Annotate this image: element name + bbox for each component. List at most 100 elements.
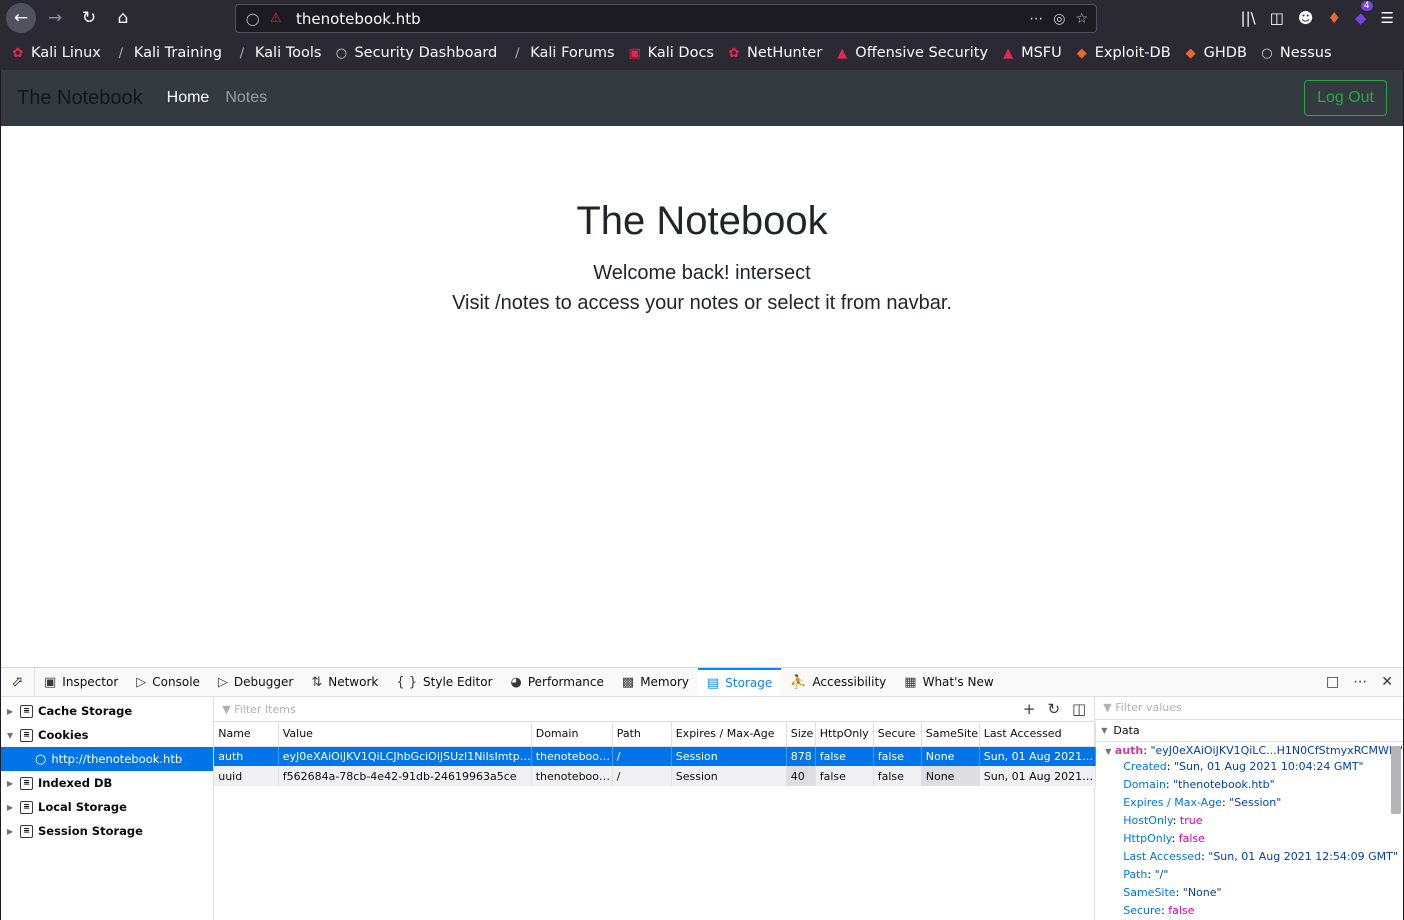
tree-cookie-host[interactable]: ○ http://thenotebook.htb <box>1 747 214 771</box>
add-item-icon[interactable]: + <box>1023 700 1036 718</box>
tab-debugger[interactable]: ▷ Debugger <box>209 668 302 696</box>
tab-console[interactable]: ▷ Console <box>127 668 209 696</box>
data-property-row[interactable]: HostOnly: true <box>1095 812 1403 830</box>
table-cell[interactable]: auth <box>214 746 279 766</box>
data-property-row[interactable]: Secure: false <box>1095 902 1403 920</box>
nav-home-link[interactable]: Home <box>167 89 210 107</box>
close-devtools-icon[interactable]: ✕ <box>1381 674 1393 690</box>
library-icon[interactable]: ||\ <box>1241 9 1256 27</box>
details-scrollbar[interactable] <box>1391 746 1401 814</box>
extension-fox-icon[interactable]: ♦ <box>1328 9 1341 27</box>
bookmark-item[interactable]: ✿ Kali Linux <box>10 45 101 61</box>
element-picker-button[interactable]: ⬀ <box>1 668 35 696</box>
table-cell[interactable]: thenotebook.htb <box>531 746 613 766</box>
tab-storage[interactable]: ▤ Storage <box>698 668 782 696</box>
url-text[interactable]: thenotebook.htb <box>296 10 421 28</box>
bookmark-item[interactable]: ∕ Kali Forums <box>509 45 615 61</box>
url-bar[interactable]: ◯ ⚠ thenotebook.htb ⋯ ◎ ☆ <box>235 4 1097 33</box>
bookmark-star-icon[interactable]: ☆ <box>1075 11 1088 27</box>
more-options-icon[interactable]: ⋯ <box>1353 674 1367 690</box>
column-header[interactable]: Last Accessed <box>979 722 1096 747</box>
bookmark-item[interactable]: ○ Security Dashboard <box>333 45 498 61</box>
bookmark-item[interactable]: ✿ NetHunter <box>726 45 823 61</box>
column-header[interactable]: Size <box>786 722 816 747</box>
table-row[interactable]: auth eyJ0eXAiOiJKV1QiLCJhbGciOiJSUzI1NiIs… <box>214 746 1096 766</box>
nav-notes-link[interactable]: Notes <box>225 89 267 107</box>
table-cell[interactable]: false <box>873 746 922 766</box>
logout-button[interactable]: Log Out <box>1304 80 1387 116</box>
tree-session-storage[interactable]: ▶ ≡ Session Storage <box>1 819 213 843</box>
extension-badge-icon[interactable]: ◆ 4 <box>1355 1 1373 27</box>
reload-button[interactable]: ↻ <box>74 3 104 33</box>
tab-network[interactable]: ⇅ Network <box>302 668 387 696</box>
forward-button[interactable]: → <box>40 3 70 33</box>
account-icon[interactable]: ☻ <box>1298 9 1314 27</box>
bookmark-item[interactable]: ∕ Kali Tools <box>234 45 322 61</box>
filter-items-input[interactable]: Filter Items <box>234 703 296 716</box>
tab-whats-new[interactable]: ▦ What's New <box>895 668 1002 696</box>
column-header[interactable]: Secure <box>873 722 922 747</box>
table-cell[interactable]: 40 <box>786 766 816 786</box>
tab-style-editor[interactable]: { } Style Editor <box>387 668 501 696</box>
responsive-design-icon[interactable]: □ <box>1326 674 1339 690</box>
data-property-row[interactable]: Domain: "thenotebook.htb" <box>1095 776 1403 794</box>
table-cell[interactable]: Sun, 01 Aug 2021 12:54:09 GMT <box>979 766 1096 786</box>
column-header[interactable]: Domain <box>531 722 613 747</box>
data-property-row[interactable]: HttpOnly: false <box>1095 830 1403 848</box>
tree-cache-storage[interactable]: ▶ ≡ Cache Storage <box>1 699 213 723</box>
tree-indexed-db[interactable]: ▶ ≡ Indexed DB <box>1 771 213 795</box>
table-cell[interactable]: thenotebook.htb <box>531 766 613 786</box>
insecure-lock-icon[interactable]: ⚠ <box>270 11 286 26</box>
table-cell[interactable]: None <box>921 766 980 786</box>
bookmark-item[interactable]: ◆ GHDB <box>1183 45 1247 61</box>
tab-memory[interactable]: ▩ Memory <box>613 668 698 696</box>
column-header[interactable]: Name <box>214 722 279 747</box>
data-property-row[interactable]: Path: "/" <box>1095 866 1403 884</box>
column-header[interactable]: Path <box>612 722 672 747</box>
home-button[interactable]: ⌂ <box>108 3 138 33</box>
table-cell[interactable]: Session <box>671 766 787 786</box>
sidebar-icon[interactable]: ◫ <box>1270 9 1284 27</box>
table-cell[interactable]: / <box>612 746 672 766</box>
table-cell[interactable]: uuid <box>214 766 279 786</box>
table-cell[interactable]: 878 <box>786 746 816 766</box>
column-header[interactable]: HttpOnly <box>815 722 874 747</box>
data-property-row[interactable]: SameSite: "None" <box>1095 884 1403 902</box>
data-property-row[interactable]: Created: "Sun, 01 Aug 2021 10:04:24 GMT" <box>1095 758 1403 776</box>
menu-icon[interactable]: ☰ <box>1381 9 1394 27</box>
bookmark-item[interactable]: ○ Nessus <box>1259 45 1331 61</box>
tab-performance[interactable]: ◕ Performance <box>502 668 613 696</box>
table-cell[interactable]: false <box>873 766 922 786</box>
bookmark-item[interactable]: ◆ Exploit-DB <box>1074 45 1171 61</box>
page-actions-icon[interactable]: ⋯ <box>1029 11 1043 27</box>
table-cell[interactable]: f562684a-78cb-4e42-91db-24619963a5ce <box>278 766 532 786</box>
tab-accessibility[interactable]: ⛹ Accessibility <box>781 668 895 696</box>
data-property-row[interactable]: Expires / Max-Age: "Session" <box>1095 794 1403 812</box>
table-cell[interactable]: eyJ0eXAiOiJKV1QiLCJhbGciOiJSUzI1NiIsImtp… <box>278 746 532 766</box>
tracking-shield-icon[interactable]: ◯ <box>246 12 262 26</box>
bookmark-item[interactable]: ▲ Offensive Security <box>834 45 988 61</box>
table-cell[interactable]: false <box>815 746 874 766</box>
refresh-icon[interactable]: ↻ <box>1047 700 1060 718</box>
tab-inspector[interactable]: ▣ Inspector <box>35 668 127 696</box>
back-button[interactable]: ← <box>6 3 36 33</box>
data-property-row[interactable]: Last Accessed: "Sun, 01 Aug 2021 12:54:0… <box>1095 848 1403 866</box>
data-auth-row[interactable]: ▼ auth: "eyJ0eXAiOiJKV1QiLC...H1N0CfStmy… <box>1095 742 1403 758</box>
table-cell[interactable]: Sun, 01 Aug 2021 12:54:09 GMT <box>979 746 1096 766</box>
data-section-header[interactable]: ▼ Data <box>1095 720 1403 742</box>
column-header[interactable]: Expires / Max-Age <box>671 722 787 747</box>
toggle-sidebar-icon[interactable]: ◫ <box>1072 700 1086 718</box>
tree-local-storage[interactable]: ▶ ≡ Local Storage <box>1 795 213 819</box>
tree-cookies[interactable]: ▼ ≡ Cookies <box>1 723 213 747</box>
table-cell[interactable]: / <box>612 766 672 786</box>
filter-values-input[interactable]: Filter values <box>1115 701 1182 714</box>
bookmark-item[interactable]: ▲ MSFU <box>1000 45 1062 61</box>
table-cell[interactable]: false <box>815 766 874 786</box>
column-header[interactable]: Value <box>278 722 532 747</box>
pocket-icon[interactable]: ◎ <box>1053 11 1065 27</box>
site-brand[interactable]: The Notebook <box>17 87 143 110</box>
table-cell[interactable]: None <box>921 746 980 766</box>
table-cell[interactable]: Session <box>671 746 787 766</box>
bookmark-item[interactable]: ▣ Kali Docs <box>627 45 714 61</box>
column-header[interactable]: SameSite <box>921 722 980 747</box>
